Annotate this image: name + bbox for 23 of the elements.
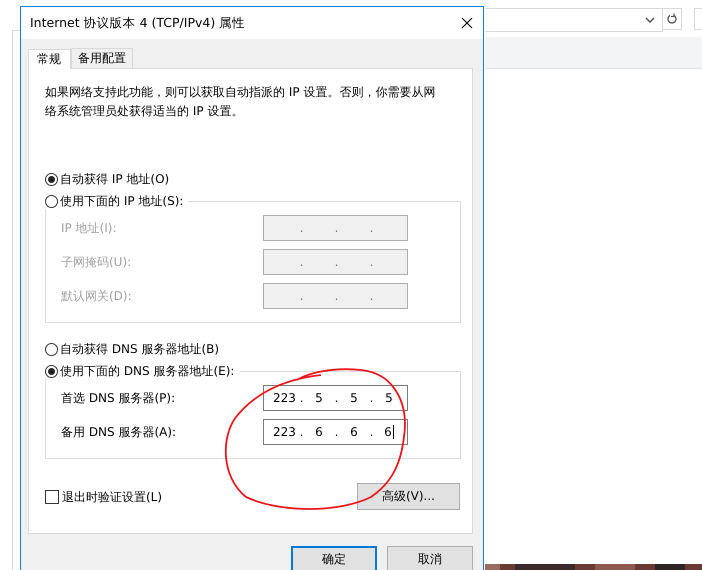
- dialog-button[interactable]: 取消: [387, 546, 473, 570]
- dialog-button[interactable]: 确定: [291, 546, 377, 570]
- field-label: 首选 DNS 服务器(P):: [61, 390, 176, 406]
- chevron-down-icon[interactable]: [645, 17, 655, 23]
- tab[interactable]: 常规: [28, 49, 71, 69]
- field-label: 备用 DNS 服务器(A):: [61, 424, 176, 440]
- field-label: IP 地址(I):: [61, 220, 117, 236]
- ip-address-field[interactable]: 223 . 6 . 6 . 6: [263, 419, 408, 445]
- advanced-button[interactable]: 高级(V)...: [357, 483, 460, 510]
- description-text: 如果网络支持此功能，则可以获取自动指派的 IP 设置。否则，你需要从网络系统管理员处获得适当的 IP 设置。: [45, 84, 436, 120]
- radio-option[interactable]: 自动获得 IP 地址(O): [45, 171, 170, 187]
- ip-address-field[interactable]: 223 . 5 . 5 . 5: [263, 385, 408, 411]
- close-icon[interactable]: [461, 17, 473, 29]
- tab[interactable]: 备用配置: [71, 48, 133, 68]
- refresh-button[interactable]: [662, 8, 682, 30]
- radio-option[interactable]: 自动获得 DNS 服务器地址(B): [45, 341, 220, 357]
- field-label: 子网掩码(U):: [61, 254, 132, 270]
- refresh-icon[interactable]: [666, 13, 678, 25]
- checkbox[interactable]: 退出时验证设置(L): [45, 488, 162, 504]
- field-label: 默认网关(D):: [61, 288, 132, 304]
- radio-option[interactable]: 使用下面的 DNS 服务器地址(E):: [45, 363, 234, 379]
- radio-option[interactable]: 使用下面的 IP 地址(S):: [45, 193, 184, 209]
- window-title: Internet 协议版本 4 (TCP/IPv4) 属性: [30, 14, 246, 32]
